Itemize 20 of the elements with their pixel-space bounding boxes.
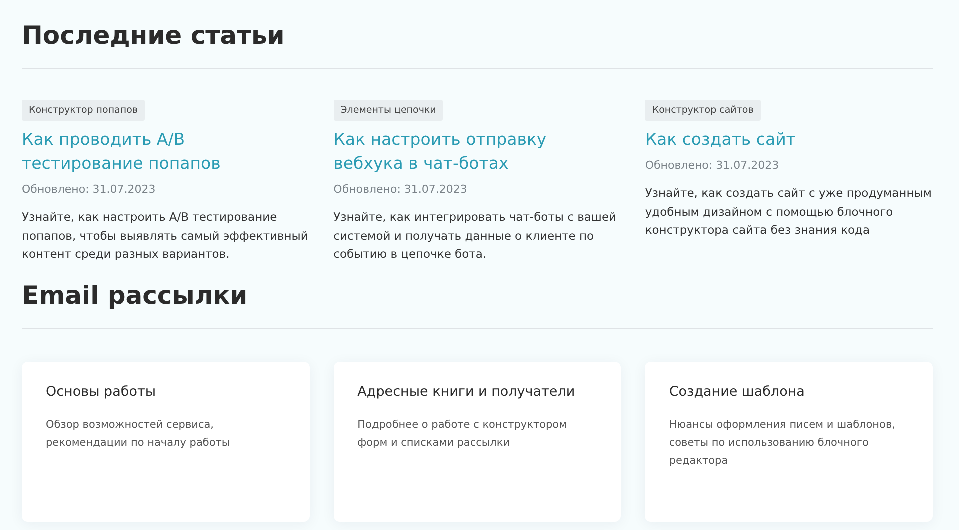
updated-date: Обновлено: 31.07.2023 xyxy=(334,183,468,196)
category-tag[interactable]: Элементы цепочки xyxy=(334,100,444,121)
card-title: Основы работы xyxy=(46,384,157,400)
card-description: Нюансы оформления писем и шаблонов, советы по использованию блочного редактора xyxy=(669,418,896,468)
card-title: Адресные книги и получатели xyxy=(358,384,576,400)
article-summary: Узнайте, как создать сайт с уже продуманным удобным дизайном с помощью блочного конструктора сайта без знания кода xyxy=(645,185,933,239)
article-summary: Узнайте, как интегрировать чат-боты с вашей системой и получать данные о клиенте по событию в цепочке бота. xyxy=(334,209,618,263)
card-description: Подробнее о работе с конструктором форм и списками рассылки xyxy=(358,418,568,450)
category-tag[interactable]: Конструктор попапов xyxy=(22,100,145,121)
updated-date: Обновлено: 31.07.2023 xyxy=(22,183,156,196)
card-title: Создание шаблона xyxy=(669,384,806,400)
topic-card[interactable]: Адресные книги и получатели Подробнее о работе с конструктором форм и списками рассылки xyxy=(334,362,622,522)
section-heading: Последние статьи xyxy=(22,20,286,52)
topic-card[interactable]: Основы работы Обзор возможностей сервиса, рекомендации по началу работы xyxy=(22,362,310,522)
updated-date: Обновлено: 31.07.2023 xyxy=(645,159,780,172)
section-heading: Email рассылки xyxy=(22,280,249,312)
article-summary: Узнайте, как настроить A/B тестирование попапов, чтобы выявлять самый эффективный контент среди разных вариантов. xyxy=(22,209,310,263)
card-description: Обзор возможностей сервиса, рекомендации по началу работы xyxy=(46,418,232,450)
category-tag[interactable]: Конструктор сайтов xyxy=(645,100,761,121)
topic-card[interactable]: Создание шаблона Нюансы оформления писем и шаблонов, советы по использованию блочного редактора xyxy=(645,362,933,522)
